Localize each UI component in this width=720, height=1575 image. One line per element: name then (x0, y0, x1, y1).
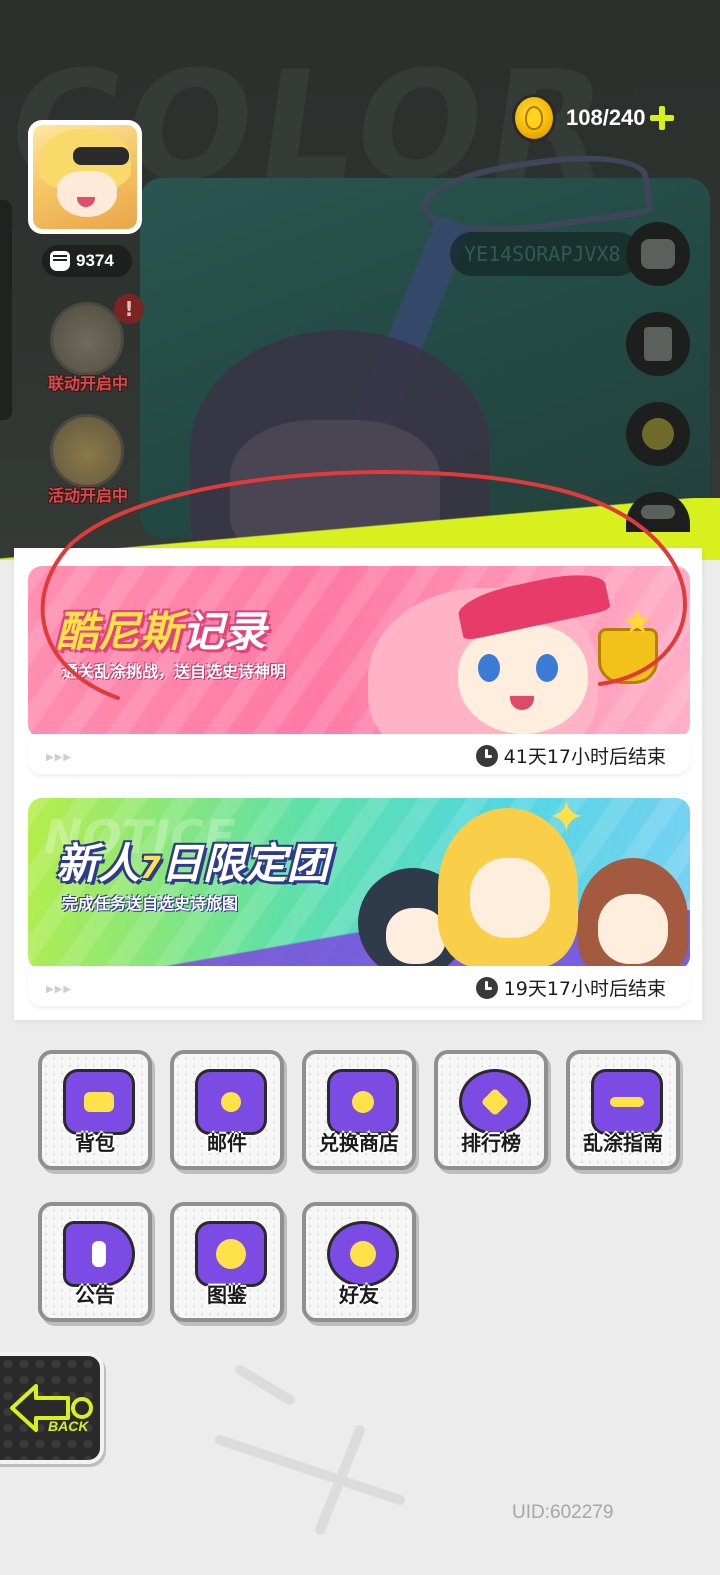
menu-label: 公告 (75, 1283, 115, 1307)
menu-guide[interactable]: 乱涂指南 (566, 1050, 680, 1170)
shop-icon (330, 1072, 396, 1132)
back-button[interactable]: BACK (0, 1352, 104, 1464)
menu-friends[interactable]: 好友 (302, 1202, 416, 1322)
friends-icon (330, 1224, 396, 1284)
menu-exchange-shop[interactable]: 兑换商店 (302, 1050, 416, 1170)
menu-leaderboard[interactable]: 排行榜 (434, 1050, 548, 1170)
backpack-icon (66, 1072, 132, 1132)
menu-label: 兑换商店 (319, 1131, 399, 1155)
menu-mail[interactable]: 邮件 (170, 1050, 284, 1170)
menu-announcement[interactable]: 公告 (38, 1202, 152, 1322)
menu-label: 背包 (75, 1131, 115, 1155)
trophy-icon (462, 1072, 528, 1132)
menu-label: 好友 (339, 1283, 379, 1307)
menu-album[interactable]: 图鉴 (170, 1202, 284, 1322)
menu-label: 排行榜 (461, 1131, 521, 1155)
background-scribble (215, 1365, 405, 1535)
menu-label: 图鉴 (207, 1283, 247, 1307)
megaphone-icon (66, 1224, 132, 1284)
menu-backpack[interactable]: 背包 (38, 1050, 152, 1170)
album-icon (198, 1224, 264, 1284)
uid-text: UID:602279 (512, 1502, 614, 1523)
menu-label: 乱涂指南 (583, 1131, 663, 1155)
mail-icon (198, 1072, 264, 1132)
menu-label: 邮件 (207, 1131, 247, 1155)
guide-icon (594, 1072, 660, 1132)
back-label: BACK (48, 1418, 89, 1434)
annotation-circle (40, 470, 687, 700)
